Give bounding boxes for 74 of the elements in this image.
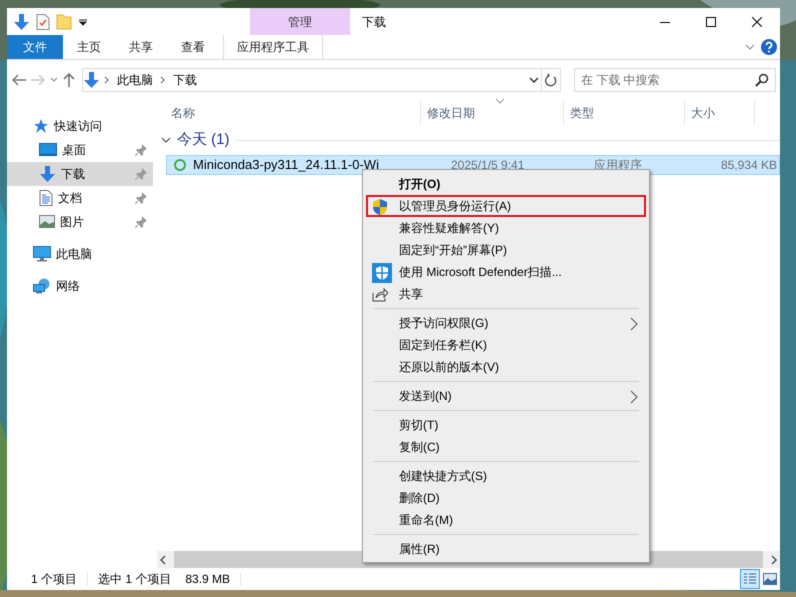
contextual-tab-label: 管理 — [250, 8, 350, 35]
ribbon-tab[interactable]: 共享 — [115, 35, 167, 59]
column-header[interactable]: 大小 — [685, 100, 755, 125]
nav-item[interactable]: 此电脑 — [7, 242, 153, 266]
ribbon-tab[interactable]: 查看 — [167, 35, 219, 59]
group-header[interactable]: 今天 (1) — [177, 128, 230, 152]
download-icon[interactable] — [13, 14, 30, 30]
nav-item[interactable]: 文档 — [7, 186, 153, 210]
back-icon[interactable] — [11, 73, 27, 87]
pin-icon — [135, 168, 147, 180]
share-icon — [372, 286, 388, 302]
dropdown-icon[interactable] — [527, 75, 541, 85]
column-header[interactable]: 类型 — [564, 100, 685, 125]
menu-item[interactable]: 固定到任务栏(K) — [366, 334, 646, 356]
menu-item[interactable]: 固定到“开始”屏幕(P) — [366, 239, 646, 261]
search-field[interactable]: 在 下载 中搜索 — [574, 68, 776, 92]
pin-icon — [135, 144, 147, 156]
column-header[interactable]: 修改日期 — [421, 100, 564, 125]
nav-item[interactable]: 图片 — [7, 210, 153, 234]
thumbnails-view-icon — [763, 573, 777, 585]
maximize-icon — [706, 16, 716, 26]
menu-item[interactable]: 重命名(M) — [366, 509, 646, 531]
menu-item[interactable]: 删除(D) — [366, 487, 646, 509]
shield-icon — [372, 263, 392, 283]
installer-icon — [173, 158, 187, 172]
menu-item[interactable]: 复制(C) — [366, 436, 646, 458]
menu-item[interactable]: 兼容性疑难解答(Y) — [366, 217, 646, 239]
menu-item[interactable]: 还原以前的版本(V) — [366, 356, 646, 378]
details-view-icon — [743, 573, 757, 585]
pictures-icon — [39, 215, 55, 229]
nav-item[interactable]: 网络 — [7, 274, 153, 298]
menu-item[interactable]: 打开(O) — [366, 173, 646, 195]
star-icon — [33, 118, 49, 134]
status-text: 83.9 MB — [175, 572, 242, 586]
computer-icon — [33, 246, 51, 262]
details-view-button[interactable] — [740, 569, 760, 589]
refresh-icon — [545, 73, 557, 87]
column-header[interactable]: 名称 — [153, 100, 421, 125]
menu-item[interactable]: 以管理员身份运行(A) — [366, 195, 646, 217]
menu-item[interactable]: 创建快捷方式(S) — [366, 465, 646, 487]
up-icon[interactable] — [62, 72, 76, 88]
menu-item[interactable]: 剪切(T) — [366, 414, 646, 436]
breadcrumb-item[interactable]: 下载 — [170, 71, 200, 89]
search-icon — [755, 73, 769, 87]
nav-item[interactable]: 下载 — [7, 162, 153, 186]
ribbon-tab[interactable]: 主页 — [63, 35, 115, 59]
nav-item[interactable]: 桌面 — [7, 138, 153, 162]
menu-item[interactable]: 发送到(N) — [366, 385, 646, 407]
nav-item[interactable]: 快速访问 — [7, 114, 153, 138]
status-text: 选中 1 个项目 — [97, 572, 172, 586]
properties-icon[interactable] — [36, 14, 50, 30]
help-icon[interactable] — [761, 39, 777, 55]
window-title: 下载 — [362, 14, 386, 30]
document-icon — [39, 190, 53, 206]
recent-locations-icon[interactable] — [49, 76, 59, 84]
desktop-icon — [39, 143, 57, 157]
network-icon — [33, 278, 51, 294]
shield-icon — [372, 198, 388, 216]
menu-item[interactable]: 属性(R) — [366, 538, 646, 560]
menu-item[interactable]: 授予访问权限(G) — [366, 312, 646, 334]
close-icon — [752, 16, 762, 26]
menu-item[interactable]: 使用 Microsoft Defender扫描... — [366, 261, 646, 283]
download-icon — [39, 166, 56, 182]
collapse-icon[interactable] — [161, 136, 171, 144]
dropdown-icon[interactable] — [78, 16, 88, 26]
file-menu-button[interactable]: 文件 — [7, 35, 63, 59]
pin-icon — [135, 192, 147, 204]
download-icon — [83, 72, 100, 88]
expand-ribbon-icon[interactable] — [745, 43, 755, 51]
sort-indicator-icon — [495, 98, 505, 104]
pin-icon — [135, 216, 147, 228]
breadcrumb-item[interactable]: 此电脑 — [114, 71, 156, 89]
menu-item[interactable]: 共享 — [366, 283, 646, 305]
status-text: 1 个项目 — [21, 572, 88, 586]
